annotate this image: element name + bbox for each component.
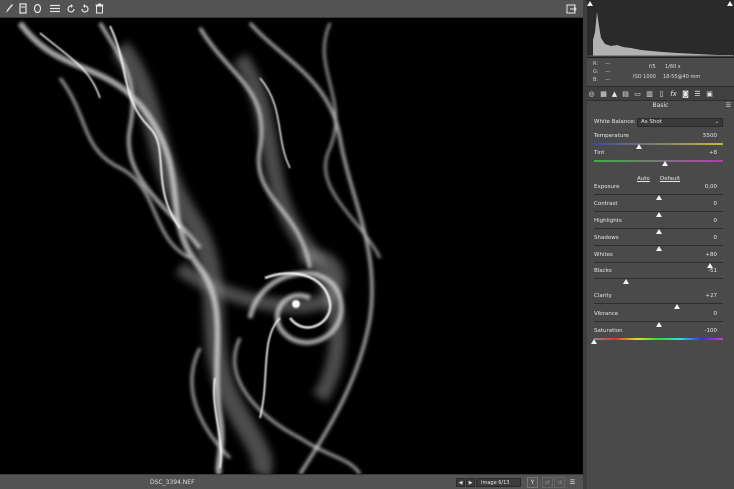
g-value: ---: [605, 69, 611, 75]
filename-label: DSC_3394.NEF: [150, 479, 195, 486]
tab-lens-icon[interactable]: ▥: [645, 89, 654, 99]
swap-icon[interactable]: ⇄: [542, 477, 553, 488]
contrast-label: Contrast: [594, 201, 618, 207]
top-toolbar: [0, 0, 583, 18]
white-balance-label: White Balance:: [594, 119, 636, 125]
auto-button[interactable]: Auto: [637, 176, 650, 182]
tab-split-toning-icon[interactable]: ▭: [633, 89, 642, 99]
next-image-button[interactable]: ▶: [466, 478, 475, 487]
histogram-graph: [587, 12, 734, 57]
adjustments-panel: R: --- G: --- B: --- f/5 1/60 s ISO 1000…: [587, 0, 734, 489]
image-canvas[interactable]: [0, 18, 583, 474]
b-value: ---: [605, 77, 611, 83]
clarity-slider-thumb[interactable]: [673, 304, 680, 309]
export-icon[interactable]: [565, 2, 577, 15]
tab-hsl-icon[interactable]: ▤: [621, 89, 630, 99]
whites-label: Whites: [594, 252, 613, 258]
section-title: Basic: [652, 102, 669, 109]
blacks-slider-track[interactable]: [594, 278, 723, 279]
tint-slider-thumb[interactable]: [661, 161, 668, 166]
lens-value: 18-55@40 mm: [663, 74, 701, 80]
tab-presets-icon[interactable]: ☰: [693, 89, 702, 99]
chevron-down-icon: ⌄: [714, 119, 719, 125]
tab-camera-calibration-icon[interactable]: ◙: [681, 89, 690, 99]
histogram: [587, 0, 734, 58]
list-icon[interactable]: [49, 2, 61, 15]
vibrance-value[interactable]: 0: [714, 311, 718, 317]
tab-tone-curve-icon[interactable]: ▦: [599, 89, 608, 99]
white-balance-select[interactable]: As Shot ⌄: [637, 118, 723, 127]
shutter-value: 1/60 s: [665, 64, 681, 70]
smoke-photo: [0, 18, 583, 474]
trash-icon[interactable]: [93, 2, 105, 15]
exposure-value[interactable]: 0,00: [705, 184, 717, 190]
brush-icon[interactable]: [3, 2, 15, 15]
copy-settings-icon[interactable]: ⇉: [554, 477, 565, 488]
exposure-slider-thumb[interactable]: [655, 195, 662, 200]
blacks-value[interactable]: -51: [708, 268, 717, 274]
g-label: G:: [593, 69, 599, 75]
shadows-slider-thumb[interactable]: [655, 246, 662, 251]
y-compare-icon[interactable]: Y: [527, 477, 538, 488]
r-value: ---: [605, 61, 611, 67]
highlights-value[interactable]: 0: [714, 218, 718, 224]
exposure-label: Exposure: [594, 184, 620, 190]
aperture-value: f/5: [649, 64, 656, 70]
temperature-slider-thumb[interactable]: [636, 144, 643, 149]
tab-detail-icon[interactable]: ▲: [610, 89, 619, 99]
saturation-value[interactable]: -100: [705, 328, 717, 334]
contrast-value[interactable]: 0: [714, 201, 718, 207]
saturation-slider-track[interactable]: [594, 338, 723, 340]
highlights-label: Highlights: [594, 218, 622, 224]
shadows-label: Shadows: [594, 235, 619, 241]
preferences-icon[interactable]: ☰: [567, 477, 578, 488]
panel-tabs: ◎ ▦ ▲ ▤ ▭ ▥ ▯ fx ◙ ☰ ▣: [587, 86, 734, 101]
tint-label: Tint: [594, 150, 605, 156]
crop-icon[interactable]: [17, 2, 29, 15]
rotate-left-icon[interactable]: [65, 2, 77, 15]
r-label: R:: [593, 61, 599, 67]
tab-snapshots-icon[interactable]: ▣: [705, 89, 714, 99]
default-button[interactable]: Default: [660, 176, 680, 182]
vibrance-slider-thumb[interactable]: [655, 322, 662, 327]
rotate-right-icon[interactable]: [79, 2, 91, 15]
temperature-slider-track[interactable]: [594, 143, 723, 145]
saturation-label: Saturation: [594, 328, 623, 334]
tab-transform-icon[interactable]: ▯: [657, 89, 666, 99]
clarity-slider-track[interactable]: [594, 303, 723, 304]
blacks-label: Blacks: [594, 268, 612, 274]
tab-effects-icon[interactable]: fx: [669, 89, 678, 99]
ellipse-icon[interactable]: [31, 2, 43, 15]
clarity-label: Clarity: [594, 293, 612, 299]
contrast-slider-thumb[interactable]: [655, 212, 662, 217]
vibrance-label: Vibrance: [594, 311, 619, 317]
temperature-value[interactable]: 5500: [703, 133, 717, 139]
status-bar: DSC_3394.NEF ◀ ▶ Image 6/13 Y ⇄ ⇉ ☰: [0, 474, 583, 489]
blacks-slider-thumb[interactable]: [623, 279, 630, 284]
shadows-value[interactable]: 0: [714, 235, 718, 241]
clarity-value[interactable]: +27: [705, 293, 717, 299]
saturation-slider-thumb[interactable]: [591, 339, 597, 344]
tab-basic-icon[interactable]: ◎: [587, 89, 596, 99]
tint-slider-track[interactable]: [594, 160, 723, 162]
prev-image-button[interactable]: ◀: [456, 478, 465, 487]
whites-value[interactable]: +80: [705, 252, 717, 258]
tint-value[interactable]: +8: [709, 150, 717, 156]
highlights-slider-thumb[interactable]: [655, 229, 662, 234]
panel-menu-icon[interactable]: ☰: [726, 102, 731, 109]
whites-slider-track[interactable]: [594, 262, 723, 263]
image-counter: Image 6/13: [476, 478, 521, 487]
camera-info: R: --- G: --- B: --- f/5 1/60 s ISO 1000…: [587, 58, 734, 86]
temperature-label: Temperature: [594, 133, 629, 139]
white-balance-value: As Shot: [641, 119, 662, 125]
iso-value: ISO 1000: [633, 74, 656, 80]
b-label: B:: [593, 77, 599, 83]
